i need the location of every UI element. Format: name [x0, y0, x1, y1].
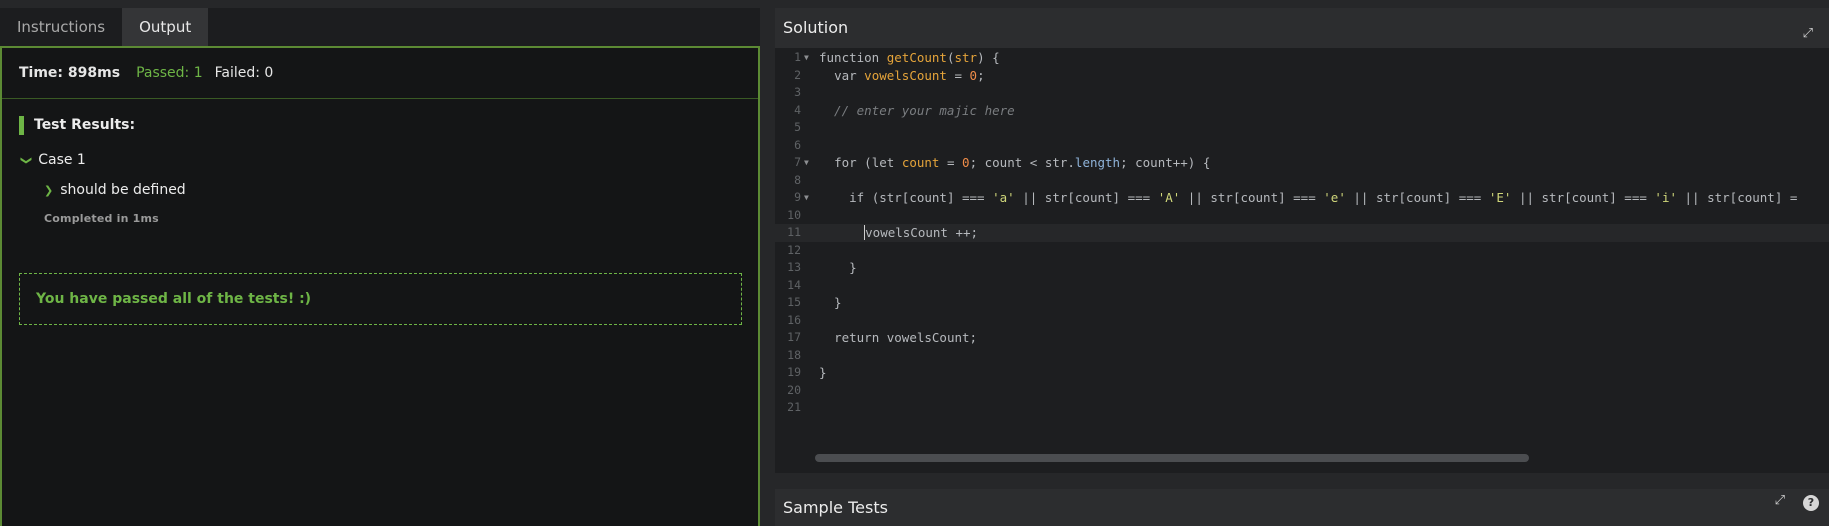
code-line[interactable]: 4 // enter your majic here [775, 102, 1829, 120]
code-text: for (let count = 0; count < str.length; … [834, 155, 1211, 170]
line-number: 10 [787, 207, 801, 222]
success-message: You have passed all of the tests! :) [19, 273, 742, 325]
fold-arrow-icon[interactable]: ▼ [804, 49, 809, 67]
code-line[interactable]: 2 var vowelsCount = 0; [775, 67, 1829, 85]
line-number: 2 [794, 67, 801, 82]
sample-tests-title: Sample Tests [783, 498, 888, 517]
line-number: 13 [787, 260, 801, 274]
line-number: 6 [794, 137, 801, 152]
help-icon[interactable]: ? [1803, 495, 1819, 511]
line-number: 8 [794, 172, 801, 187]
test-label: should be defined [60, 182, 186, 198]
line-number: 1 [794, 50, 801, 64]
case-label: Case 1 [38, 152, 86, 168]
chevron-right-icon: ❯ [44, 183, 54, 197]
code-text: } [819, 365, 827, 380]
tab-output[interactable]: Output [122, 8, 209, 46]
code-line[interactable]: 21 [775, 399, 1829, 417]
code-line[interactable]: 14 [775, 277, 1829, 295]
completed-time: Completed in 1ms [44, 212, 159, 225]
code-editor[interactable]: 1 ▼ function getCount(str) {2 var vowelsCo… [775, 48, 1829, 473]
code-line[interactable]: 6 [775, 137, 1829, 155]
line-number: 20 [787, 382, 801, 397]
code-text: function getCount(str) { [819, 50, 1000, 65]
line-number: 3 [794, 85, 801, 99]
line-number: 15 [787, 295, 801, 309]
code-line[interactable]: 9 ▼ if (str[count] === 'a' || str[count] … [775, 189, 1829, 207]
code-text: return vowelsCount; [834, 330, 978, 345]
code-text: vowelsCount ++; [864, 225, 979, 240]
line-number: 4 [794, 102, 801, 117]
tab-bar: Instructions Output [0, 8, 760, 46]
line-number: 9 [794, 190, 801, 204]
code-line[interactable]: 7 ▼ for (let count = 0; count < str.lengt… [775, 154, 1829, 172]
time-stat: Time: 898ms [19, 65, 121, 81]
code-text: } [819, 295, 842, 310]
code-line[interactable]: 12 [775, 242, 1829, 260]
test-item-toggle[interactable]: ❯ should be defined [44, 182, 758, 198]
tab-instructions[interactable]: Instructions [0, 8, 122, 46]
code-text: // enter your majic here [819, 102, 1015, 118]
code-text: } [819, 260, 857, 275]
fold-arrow-icon[interactable]: ▼ [804, 189, 809, 207]
code-line[interactable]: 13 } [775, 259, 1829, 277]
line-number: 12 [787, 242, 801, 257]
code-line[interactable]: 18 [775, 347, 1829, 365]
line-number: 11 [787, 225, 801, 239]
fold-arrow-icon[interactable]: ▼ [804, 154, 809, 172]
sample-tests-pane: Sample Tests ⤢ ? [775, 489, 1829, 526]
line-number: 16 [787, 312, 801, 327]
line-number: 17 [787, 330, 801, 344]
code-line[interactable]: 8 [775, 172, 1829, 190]
code-text: var vowelsCount = 0; [834, 67, 985, 83]
solution-pane: Solution ⤢ 1 ▼ function getCount(str) {2 v… [775, 8, 1829, 473]
failed-stat: Failed: 0 [214, 65, 274, 81]
line-number: 21 [787, 400, 801, 414]
case-toggle[interactable]: ❯ Case 1 [20, 152, 758, 168]
solution-title: Solution [783, 18, 849, 37]
expand-icon[interactable]: ⤢ [1775, 493, 1785, 508]
horizontal-scrollbar[interactable] [815, 454, 1529, 462]
code-line[interactable]: 5 [775, 119, 1829, 137]
line-number: 5 [794, 120, 801, 134]
chevron-down-icon: ❯ [20, 155, 34, 165]
code-text: if (str[count] === 'a' || str[count] ===… [849, 190, 1798, 205]
code-line[interactable]: 1 ▼ function getCount(str) { [775, 49, 1829, 67]
code-line[interactable]: 16 [775, 312, 1829, 330]
line-number: 19 [787, 365, 801, 379]
output-pane: Instructions Output Time: 898ms Passed: … [0, 8, 760, 526]
code-line[interactable]: 3 [775, 84, 1829, 102]
code-line[interactable]: 10 [775, 207, 1829, 225]
code-line[interactable]: 20 [775, 382, 1829, 400]
line-number: 18 [787, 347, 801, 362]
code-line[interactable]: 19} [775, 364, 1829, 382]
test-output: Time: 898ms Passed: 1 Failed: 0 Test Res… [0, 46, 760, 526]
test-results-heading: Test Results: [19, 116, 758, 135]
code-line[interactable]: 15 } [775, 294, 1829, 312]
test-stats: Time: 898ms Passed: 1 Failed: 0 [2, 48, 758, 99]
passed-stat: Passed: 1 [136, 65, 203, 81]
code-line[interactable]: 17 return vowelsCount; [775, 329, 1829, 347]
solution-header: Solution ⤢ [775, 8, 1829, 48]
line-number: 14 [787, 277, 801, 292]
code-line[interactable]: 11 vowelsCount ++; [775, 224, 1829, 242]
line-number: 7 [794, 155, 801, 169]
